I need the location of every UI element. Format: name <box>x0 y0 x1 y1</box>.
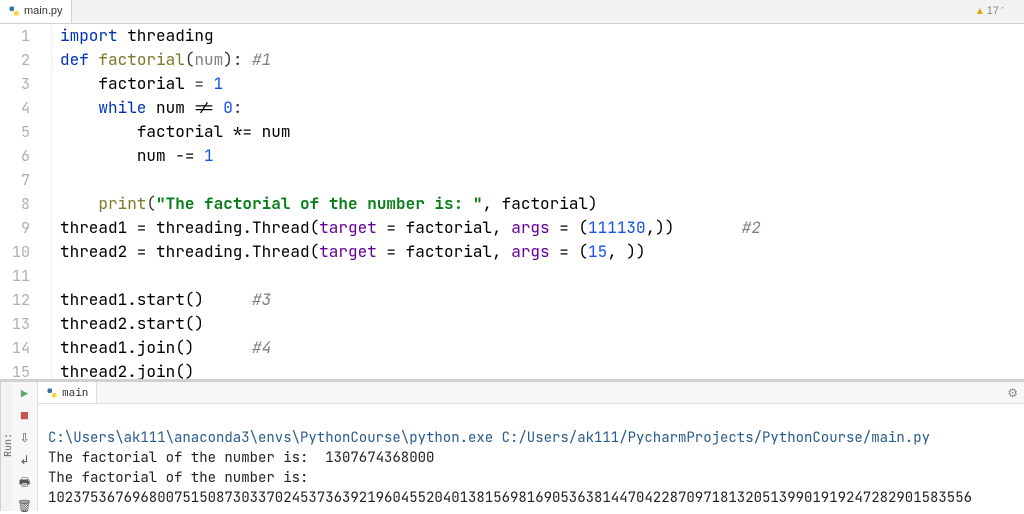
line-number-gutter: 1 2 3 4 5 6 7 8 9 10 11 12 13 14 15 <box>0 24 40 379</box>
code-line: thread1 = threading.Thread(target = fact… <box>60 216 1024 240</box>
code-line: num -= 1 <box>60 144 1024 168</box>
code-line: thread1.join() #4 <box>60 336 1024 360</box>
problems-count: 17 <box>987 5 999 17</box>
code-line: thread2.join() <box>60 360 1024 379</box>
run-wrap-button[interactable]: ↲ <box>16 452 34 468</box>
code-line: import threading <box>60 24 1024 48</box>
console-command: C:\Users\ak111\anaconda3\envs\PythonCour… <box>48 429 930 447</box>
run-rerun-button[interactable]: ▶ <box>16 386 34 402</box>
chevron-up-icon: ˆ <box>1001 6 1004 16</box>
run-tab-bar: main ⚙ <box>38 382 1024 404</box>
code-line: factorial *= num <box>60 120 1024 144</box>
run-down-button[interactable]: ⇩ <box>16 430 34 446</box>
run-stop-button[interactable]: ■ <box>16 408 34 424</box>
editor-tab-main[interactable]: main.py <box>0 0 72 23</box>
code-line: thread2.start() <box>60 312 1024 336</box>
python-run-icon <box>46 387 58 399</box>
problems-indicator[interactable]: ▲ 17 ˆ <box>975 0 1004 23</box>
code-line <box>60 264 1024 288</box>
run-tool-label[interactable]: Run: <box>0 382 12 511</box>
run-tab-label: main <box>62 386 88 400</box>
python-file-icon <box>8 5 20 17</box>
code-line: thread1.start() #3 <box>60 288 1024 312</box>
code-line: thread2 = threading.Thread(target = fact… <box>60 240 1024 264</box>
code-line <box>60 168 1024 192</box>
code-line: def factorial(num): #1 <box>60 48 1024 72</box>
console-output-line: The factorial of the number is: <box>48 469 308 487</box>
warning-icon: ▲ <box>975 6 985 17</box>
run-trash-button[interactable]: 🗑 <box>16 498 34 514</box>
console-output-line: The factorial of the number is: 13076743… <box>48 449 434 467</box>
run-toolbar: ▶ ■ ⇩ ↲ 🖶 🗑 <box>12 382 38 511</box>
code-line: factorial = 1 <box>60 72 1024 96</box>
run-print-button[interactable]: 🖶 <box>16 474 34 492</box>
code-editor[interactable]: 1 2 3 4 5 6 7 8 9 10 11 12 13 14 15 impo… <box>0 24 1024 379</box>
code-content[interactable]: import threading def factorial(num): #1 … <box>52 24 1024 379</box>
run-settings-button[interactable]: ⚙ <box>1007 385 1018 401</box>
console-output-line: 1023753676968007515087303370245373639219… <box>48 489 972 507</box>
editor-tab-bar: main.py ▲ 17 ˆ <box>0 0 1024 24</box>
run-tool-window: Run: ▶ ■ ⇩ ↲ 🖶 🗑 main ⚙ C:\Users\ak111\a… <box>0 381 1024 511</box>
run-console[interactable]: C:\Users\ak111\anaconda3\envs\PythonCour… <box>38 404 1024 511</box>
code-line: print("The factorial of the number is: "… <box>60 192 1024 216</box>
run-tab-main[interactable]: main <box>38 382 97 403</box>
code-line: while num != 0: <box>60 96 1024 120</box>
editor-tab-label: main.py <box>24 5 63 17</box>
fold-gutter <box>40 24 52 379</box>
